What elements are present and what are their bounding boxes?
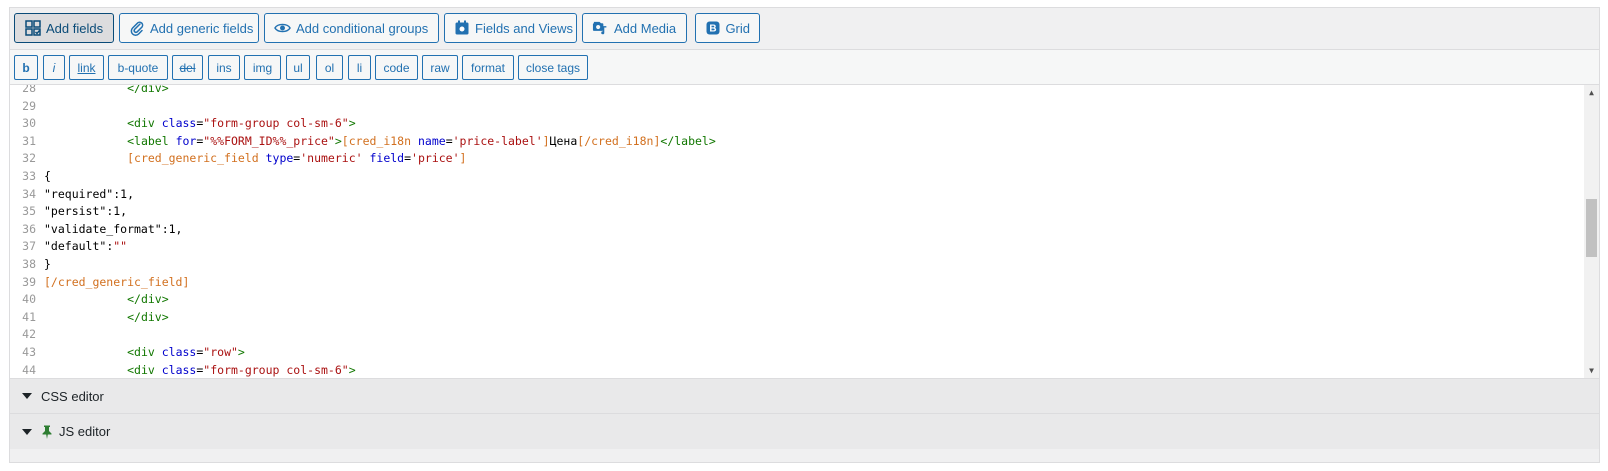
quicktag-raw[interactable]: raw (422, 55, 458, 80)
bootstrap-b-icon: B (705, 20, 720, 37)
grid-button[interactable]: B Grid (695, 13, 760, 43)
line-number: 38 (22, 257, 36, 271)
add-generic-fields-button[interactable]: Add generic fields (119, 13, 259, 43)
add-conditional-groups-label: Add conditional groups (296, 20, 429, 36)
line-text: <div class="form-group col-sm-6"> (127, 116, 356, 131)
line-text: "persist":1, (44, 204, 128, 219)
line-text: "required":1, (44, 186, 135, 201)
add-media-label: Add Media (614, 20, 677, 36)
quicktag-close-tags[interactable]: close tags (518, 55, 588, 80)
quicktag-b-quote[interactable]: b-quote (108, 55, 168, 80)
line-number: 30 (22, 116, 36, 131)
css-editor-label: CSS editor (41, 388, 104, 404)
js-editor-label: JS editor (59, 424, 111, 439)
line-number: 34 (22, 186, 36, 201)
line-number: 44 (22, 362, 36, 377)
line-text: </div> (127, 85, 169, 95)
add-fields-label: Add fields (46, 20, 104, 36)
line-text: "validate_format":1, (44, 221, 183, 236)
line-number: 32 (22, 151, 36, 166)
grid-label: Grid (725, 20, 750, 36)
line-number: 33 (22, 169, 36, 183)
line-text: </div> (127, 292, 169, 307)
scrollbar-thumb[interactable] (1586, 199, 1597, 257)
media-icon (592, 20, 609, 37)
line-text: <label for="%%FORM_ID%%_price">[cred_i18… (127, 133, 716, 148)
quicktag-link[interactable]: link (69, 55, 104, 80)
line-number: 39 (22, 274, 36, 289)
editor-toolbar: Add fields Add generic fields Add condit… (10, 8, 1599, 50)
add-fields-button[interactable]: Add fields (14, 13, 114, 43)
caret-down-icon (22, 392, 32, 400)
add-media-button[interactable]: Add Media (582, 13, 687, 43)
grid-fields-icon (24, 20, 41, 37)
quicktag-img[interactable]: img (244, 55, 281, 80)
quicktag-i[interactable]: i (43, 55, 65, 80)
quicktag-li[interactable]: li (348, 55, 371, 80)
caret-down-icon (22, 428, 32, 436)
js-editor-panel[interactable]: JS editor (10, 413, 1599, 449)
line-text: } (44, 257, 51, 271)
quicktag-code[interactable]: code (375, 55, 418, 80)
line-number: 35 (22, 204, 36, 219)
paperclip-icon (129, 20, 145, 37)
fields-and-views-button[interactable]: Fields and Views (444, 13, 577, 43)
line-text: </div> (127, 309, 169, 324)
line-text: <div class="form-group col-sm-6"> (127, 362, 356, 377)
code-scrollbar[interactable]: ▲ ▼ (1584, 85, 1599, 378)
quicktag-b[interactable]: b (14, 55, 38, 80)
line-text: [cred_generic_field type='numeric' field… (127, 151, 467, 166)
line-text: [/cred_generic_field] (44, 274, 190, 289)
line-text: "default":"" (44, 239, 128, 254)
scroll-down-arrow-icon[interactable]: ▼ (1584, 363, 1599, 378)
add-conditional-groups-button[interactable]: Add conditional groups (264, 13, 439, 43)
code-editor[interactable]: 28 </div> 29 30 <div class="form-group col… (10, 85, 1599, 378)
quicktag-ul[interactable]: ul (286, 55, 310, 80)
fields-and-views-label: Fields and Views (475, 20, 574, 36)
quicktag-format[interactable]: format (462, 55, 514, 80)
eye-icon (274, 20, 291, 37)
add-generic-fields-label: Add generic fields (150, 20, 254, 36)
svg-text:B: B (709, 24, 716, 35)
line-text: { (44, 169, 51, 183)
line-number: 36 (22, 221, 36, 236)
quicktag-ol[interactable]: ol (316, 55, 343, 80)
css-editor-panel[interactable]: CSS editor (10, 378, 1599, 413)
line-number: 42 (22, 327, 36, 342)
views-icon (454, 20, 470, 37)
line-number: 41 (22, 309, 36, 324)
pin-icon (41, 425, 53, 439)
line-number: 37 (22, 239, 36, 254)
line-text: <div class="row"> (127, 345, 245, 359)
line-number: 29 (22, 98, 36, 113)
quicktags-toolbar: b i link b-quote del ins img ul ol li co… (10, 50, 1599, 85)
quicktag-ins[interactable]: ins (208, 55, 240, 80)
line-number: 43 (22, 345, 36, 359)
line-number: 40 (22, 292, 36, 307)
scroll-up-arrow-icon[interactable]: ▲ (1584, 85, 1599, 100)
line-number: 31 (22, 133, 36, 148)
quicktag-del[interactable]: del (172, 55, 203, 80)
line-number: 28 (22, 85, 36, 95)
form-editor: Add fields Add generic fields Add condit… (9, 7, 1600, 463)
